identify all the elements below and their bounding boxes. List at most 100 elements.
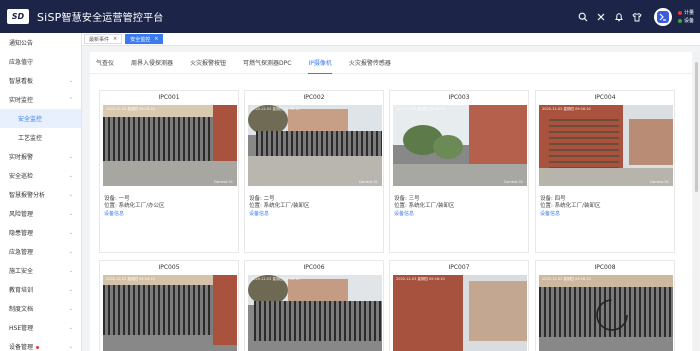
- sidebar-item-dashboard[interactable]: 智慧看板 ⌄: [0, 71, 81, 90]
- sidebar-item-label: 设备管理: [9, 344, 34, 351]
- shirt-icon[interactable]: [632, 12, 642, 22]
- camera-label: Camera 01: [213, 180, 233, 184]
- camera-label: Camera 01: [649, 180, 669, 184]
- camera-title: IPC007: [448, 264, 470, 271]
- sidebar-item-safety-inspection[interactable]: 安全巡检 ⌄: [0, 166, 81, 185]
- app-logo[interactable]: SD: [7, 9, 29, 24]
- chevron-up-icon: ⌃: [68, 96, 73, 103]
- device-info-link[interactable]: 设备信息: [104, 211, 234, 218]
- chevron-down-icon: ⌄: [68, 172, 73, 179]
- sidebar-item-notices[interactable]: 通知公告: [0, 33, 81, 52]
- camera-card[interactable]: IPC007 2020-12-03 星期四 09:16:10: [389, 260, 529, 351]
- tab-fire-alarm-sensor[interactable]: 火灾报警传感器: [349, 52, 391, 74]
- sidebar-item-label: 制度文档: [9, 306, 34, 313]
- camera-location: 位置: 系统化工厂/装卸区: [394, 203, 455, 209]
- camera-card[interactable]: IPC001 2020-12-03 星期四 09:16:10 Camera 01…: [99, 90, 239, 253]
- page-tab-bar: 最新事件 × 安全监控 ×: [82, 33, 700, 46]
- sidebar-item-hse[interactable]: HSE管理 ⌄: [0, 318, 81, 337]
- main-scrollbar[interactable]: [694, 52, 699, 351]
- page-tab-latest-events[interactable]: 最新事件 ×: [84, 34, 123, 44]
- tab-ip-camera[interactable]: IP摄像机: [308, 52, 332, 74]
- sidebar-item-label: 智慧报警分析: [9, 192, 46, 199]
- tab-perimeter-detector[interactable]: 周界入侵探测器: [131, 52, 173, 74]
- device-info-link[interactable]: 设备信息: [249, 211, 379, 218]
- camera-card[interactable]: IPC003 2020-12-03 星期四 09:16:10 Camera 01…: [389, 90, 529, 253]
- sidebar-nav: 通知公告 应急值守 智慧看板 ⌄ 实时监控 ⌃ 安全监控 工艺监控 实时报警 ⌄ 安全…: [0, 33, 82, 351]
- camera-title: IPC005: [158, 264, 180, 271]
- camera-device: 设备: 二号: [249, 196, 275, 202]
- camera-feed-image[interactable]: 2020-12-03 星期四 09:16:10 Camera 01: [539, 105, 673, 186]
- camera-timestamp: 2020-12-03 星期四 09:16:10: [396, 107, 445, 111]
- tab-gas-detector[interactable]: 气查仪: [96, 52, 114, 74]
- chevron-down-icon: ⌄: [68, 305, 73, 312]
- camera-feed-image[interactable]: 2020-12-03 星期四 09:16:10 Camera 01: [248, 105, 382, 186]
- sidebar-item-training[interactable]: 教育培训 ⌄: [0, 280, 81, 299]
- camera-feed-image[interactable]: 2020-12-03 星期四 09:16:10: [539, 275, 673, 351]
- close-icon[interactable]: ×: [154, 36, 158, 42]
- expand-icon[interactable]: [596, 12, 606, 22]
- chevron-down-icon: ⌄: [68, 191, 73, 198]
- camera-timestamp: 2020-12-03 星期四 09:16:10: [542, 277, 591, 281]
- chevron-down-icon: ⌄: [68, 267, 73, 274]
- status-dot-icon: [677, 18, 682, 23]
- camera-title: IPC003: [448, 94, 470, 101]
- sidebar-item-emergency[interactable]: 应急管理 ⌄: [0, 242, 81, 261]
- camera-timestamp: 2020-12-03 星期四 09:16:10: [106, 107, 155, 111]
- camera-card[interactable]: IPC008 2020-12-03 星期四 09:16:10: [535, 260, 675, 351]
- camera-card[interactable]: IPC005 2020-12-03 星期四 09:16:10: [99, 260, 239, 351]
- tab-fire-alarm-button[interactable]: 火灾报警按钮: [190, 52, 226, 74]
- chevron-down-icon: ⌄: [68, 343, 73, 350]
- top-header: SD SiSP智慧安全运营管控平台 计量 设备: [0, 0, 700, 33]
- chevron-down-icon: ⌄: [68, 324, 73, 331]
- camera-location: 位置: 系统化工厂/装卸区: [540, 203, 601, 209]
- page-tab-safety-monitor[interactable]: 安全监控 ×: [125, 34, 164, 44]
- camera-timestamp: 2020-12-03 星期四 09:16:10: [106, 277, 155, 281]
- sidebar-item-process-monitor[interactable]: 工艺监控: [0, 128, 81, 147]
- sidebar-item-label: 安全巡检: [9, 173, 34, 180]
- chevron-down-icon: ⌄: [68, 248, 73, 255]
- sidebar-item-documents[interactable]: 制度文档 ⌄: [0, 299, 81, 318]
- camera-feed-image[interactable]: 2020-12-03 星期四 09:16:10: [103, 275, 237, 351]
- camera-location: 位置: 系统化工厂/办公区: [104, 203, 165, 209]
- close-icon[interactable]: ×: [113, 36, 117, 42]
- sidebar-item-realtime-alarm[interactable]: 实时报警 ⌄: [0, 147, 81, 166]
- scrollbar-thumb[interactable]: [695, 62, 698, 192]
- camera-info: 设备: 三号 位置: 系统化工厂/装卸区 设备信息: [390, 186, 528, 218]
- camera-timestamp: 2020-12-03 星期四 09:16:10: [542, 107, 591, 111]
- camera-title: IPC004: [594, 94, 616, 101]
- camera-card[interactable]: IPC002 2020-12-03 星期四 09:16:10 Camera 01…: [244, 90, 384, 253]
- sidebar-item-label: 应急值守: [9, 59, 34, 66]
- sidebar-item-alarm-analysis[interactable]: 智慧报警分析 ⌄: [0, 185, 81, 204]
- sidebar-item-label: 应急管理: [9, 249, 34, 256]
- camera-device: 设备: 三号: [394, 196, 420, 202]
- sidebar-item-hazard[interactable]: 隐患管理 ⌄: [0, 223, 81, 242]
- camera-feed-image[interactable]: 2020-12-03 星期四 09:16:10 Camera 01: [393, 105, 527, 186]
- camera-feed-image[interactable]: 2020-12-03 星期四 09:16:10 Camera 01: [103, 105, 237, 186]
- sidebar-item-construction[interactable]: 施工安全 ⌄: [0, 261, 81, 280]
- camera-device: 设备: 一号: [104, 196, 130, 202]
- camera-card[interactable]: IPC006 2020-12-03 星期四 09:16:10: [244, 260, 384, 351]
- status-label: 设备: [683, 18, 694, 24]
- camera-feed-image[interactable]: 2020-12-03 星期四 09:16:10: [393, 275, 527, 351]
- user-avatar[interactable]: [653, 7, 672, 26]
- search-icon[interactable]: [578, 12, 588, 22]
- sidebar-item-realtime-monitor[interactable]: 实时监控 ⌃: [0, 90, 81, 109]
- sidebar-item-equipment[interactable]: 设备管理 ⌄: [0, 337, 81, 351]
- status-item-device[interactable]: 设备: [677, 17, 694, 24]
- device-info-link[interactable]: 设备信息: [540, 211, 670, 218]
- device-info-link[interactable]: 设备信息: [394, 211, 524, 218]
- sidebar-item-label: 通知公告: [9, 40, 34, 47]
- chevron-down-icon: ⌄: [68, 153, 73, 160]
- camera-grid: IPC001 2020-12-03 星期四 09:16:10 Camera 01…: [99, 90, 687, 351]
- sidebar-item-safety-monitor[interactable]: 安全监控: [0, 109, 81, 128]
- camera-card[interactable]: IPC004 2020-12-03 星期四 09:16:10 Camera 01…: [535, 90, 675, 253]
- camera-feed-image[interactable]: 2020-12-03 星期四 09:16:10: [248, 275, 382, 351]
- status-item-metering[interactable]: 计量: [677, 9, 694, 16]
- tab-combustible-gas-detector[interactable]: 可燃气探测器DPC: [243, 52, 291, 74]
- sidebar-item-emergency-duty[interactable]: 应急值守: [0, 52, 81, 71]
- chevron-down-icon: ⌄: [68, 286, 73, 293]
- sidebar-item-risk[interactable]: 风险管理 ⌄: [0, 204, 81, 223]
- sidebar-item-label: 教育培训: [9, 287, 34, 294]
- bell-icon[interactable]: [614, 12, 624, 22]
- sidebar-item-label: 安全监控: [18, 116, 43, 123]
